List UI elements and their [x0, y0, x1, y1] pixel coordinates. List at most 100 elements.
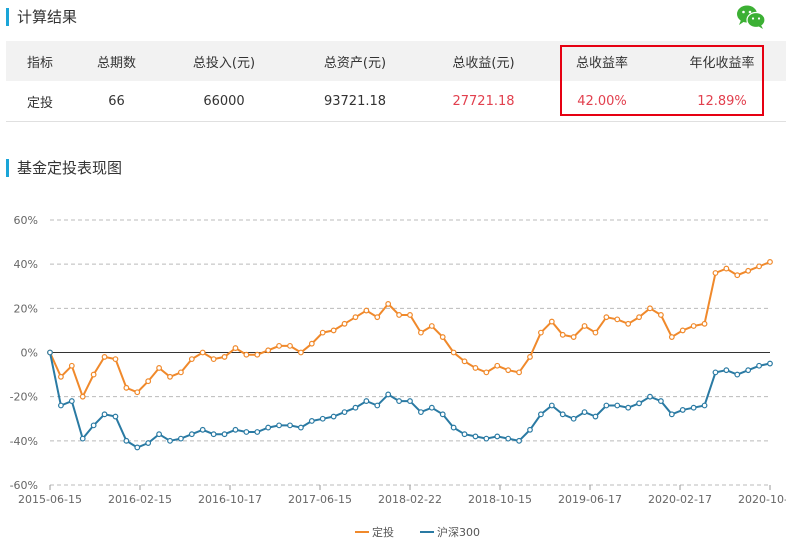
table-header: 总期数 [96, 55, 136, 71]
data-point [276, 342, 282, 349]
data-point [374, 314, 381, 321]
data-point [47, 349, 53, 356]
chart-section-title-text: 基金定投表现图 [17, 159, 123, 177]
data-point [134, 389, 141, 396]
data-point [450, 424, 457, 431]
calc-results-title: 计算结果 [6, 6, 77, 27]
data-point [352, 404, 359, 411]
data-point [385, 391, 392, 398]
data-point [625, 320, 632, 327]
data-point [308, 418, 315, 424]
data-point [701, 320, 708, 327]
data-point [145, 440, 152, 446]
legend-label: 定投 [372, 525, 394, 539]
data-point [396, 398, 402, 404]
data-point [505, 435, 512, 442]
data-point [418, 329, 424, 336]
data-point [188, 431, 195, 438]
data-point [581, 409, 588, 416]
data-point [308, 340, 315, 347]
data-point [647, 305, 653, 312]
data-point [461, 358, 468, 365]
data-point [483, 369, 490, 376]
data-point [265, 424, 272, 431]
data-point [79, 393, 86, 400]
data-point [658, 398, 664, 404]
data-point [767, 259, 773, 265]
data-point [156, 431, 162, 438]
x-tick-label: 2018-10-15 [468, 493, 532, 506]
data-point [210, 356, 217, 363]
calc-results-title-text: 计算结果 [17, 8, 78, 26]
data-point [199, 426, 206, 433]
data-point [723, 265, 730, 272]
data-point [668, 411, 675, 418]
data-point [298, 424, 304, 431]
data-point [79, 435, 86, 442]
data-point [559, 411, 566, 418]
data-point [636, 400, 642, 407]
data-point [428, 404, 435, 411]
data-point [756, 263, 762, 270]
data-point [145, 378, 152, 385]
data-point [156, 365, 162, 371]
data-point [90, 371, 97, 378]
x-tick-label: 2020-02-17 [648, 493, 712, 506]
data-point [767, 360, 773, 367]
x-tick-label: 2016-10-17 [198, 493, 262, 506]
data-point [287, 342, 293, 349]
data-point [330, 413, 337, 420]
data-point [614, 316, 621, 323]
data-point [58, 402, 64, 409]
data-point [658, 312, 664, 318]
data-point [494, 362, 501, 369]
data-point [418, 409, 424, 416]
data-point [559, 331, 566, 338]
data-point [690, 323, 697, 329]
title-accent-bar [6, 158, 9, 177]
data-point [516, 369, 522, 376]
data-point [319, 415, 326, 422]
y-tick-label: 20% [14, 302, 38, 315]
y-tick-label: -40% [10, 435, 38, 448]
data-point [298, 349, 304, 356]
data-point [254, 351, 261, 358]
data-point [396, 312, 402, 318]
x-tick-label: 2016-02-15 [108, 493, 172, 506]
table-cell: 66 [108, 93, 125, 109]
x-tick-label: 2015-06-15 [18, 493, 82, 506]
data-point [199, 349, 206, 356]
data-point [341, 320, 348, 327]
data-point [265, 347, 272, 354]
performance-chart: 60% 40% 20% 0% -20% -40% -60%2015-06-15 2016-02… [10, 214, 786, 539]
data-point [101, 354, 108, 360]
data-point [276, 422, 282, 429]
data-point [483, 435, 490, 442]
data-point [232, 345, 239, 351]
data-point [428, 323, 435, 329]
data-point [505, 367, 512, 374]
x-tick-label: 2018-02-22 [378, 493, 442, 506]
data-point [538, 329, 544, 336]
data-point [134, 444, 141, 451]
data-point [734, 371, 741, 378]
wechat-icon[interactable] [736, 4, 766, 30]
data-point [472, 365, 479, 371]
data-point [548, 402, 555, 409]
data-point [668, 334, 675, 340]
data-point [407, 398, 413, 404]
data-point [232, 426, 239, 433]
data-point [592, 329, 599, 336]
data-point [723, 367, 730, 374]
data-point [254, 429, 261, 435]
data-point [385, 301, 392, 307]
data-point [341, 409, 348, 416]
data-point [439, 334, 446, 340]
data-point [538, 411, 544, 418]
data-point [123, 437, 130, 444]
highlight-box [560, 45, 764, 116]
data-point [527, 426, 533, 433]
data-point [167, 437, 173, 444]
data-point [221, 431, 228, 438]
data-point [516, 437, 522, 444]
